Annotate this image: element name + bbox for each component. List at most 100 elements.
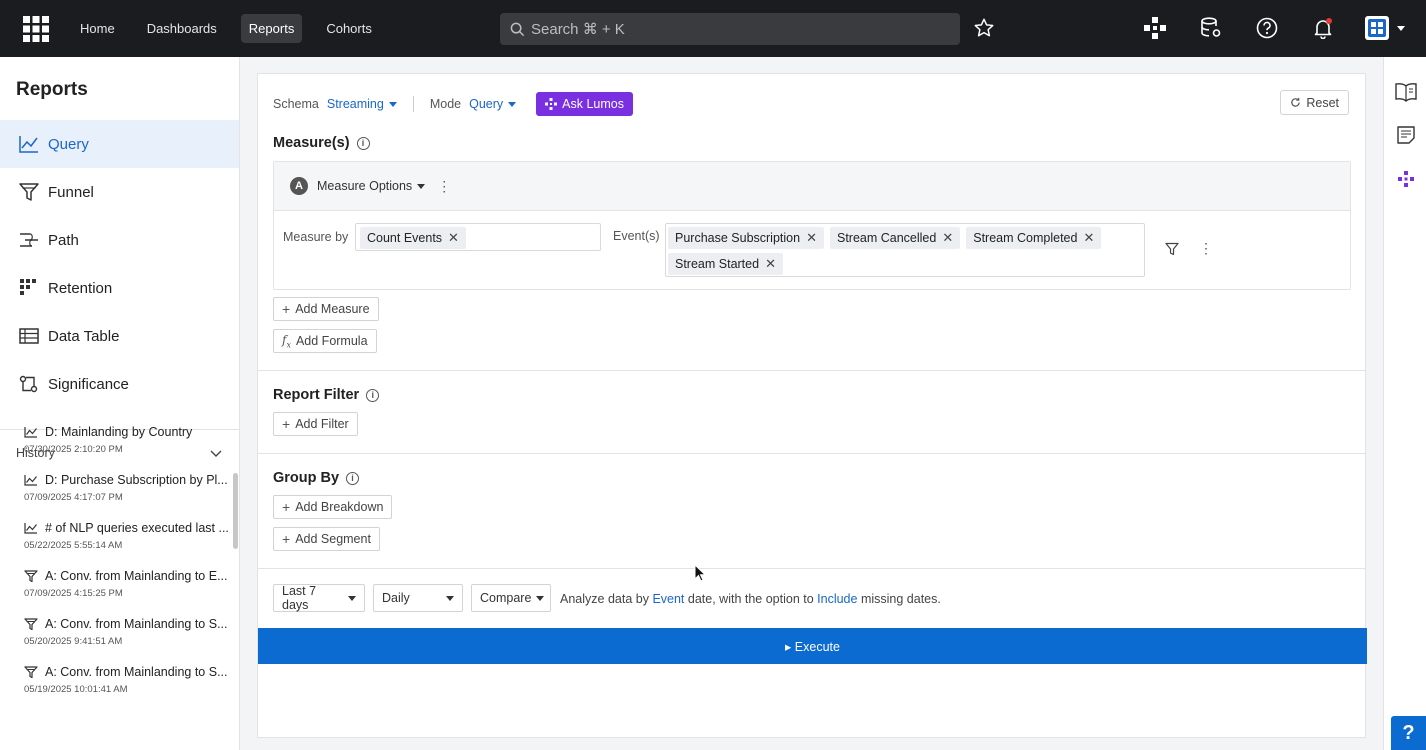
analyze-event-link[interactable]: Event bbox=[652, 592, 684, 606]
workspace-switcher[interactable] bbox=[1361, 14, 1409, 42]
filter-icon[interactable] bbox=[1165, 242, 1179, 259]
sidebar-item-significance[interactable]: Significance bbox=[0, 360, 239, 408]
mode-select[interactable]: Query bbox=[469, 97, 517, 111]
interval-select[interactable]: Daily bbox=[373, 584, 463, 612]
event-chip: Stream Cancelled ✕ bbox=[829, 227, 961, 249]
right-rail bbox=[1383, 57, 1426, 750]
date-range-select[interactable]: Last 7 days bbox=[273, 584, 365, 612]
reset-label: Reset bbox=[1306, 95, 1339, 110]
event-chip-label: Stream Cancelled bbox=[836, 231, 937, 245]
search-input[interactable]: Search ⌘ + K bbox=[500, 13, 960, 45]
event-chip-label: Stream Completed bbox=[973, 231, 1078, 245]
book-icon[interactable] bbox=[1395, 81, 1417, 103]
sidebar-item-data-table[interactable]: Data Table bbox=[0, 312, 239, 360]
nav-cohorts[interactable]: Cohorts bbox=[318, 14, 380, 43]
mode-value: Query bbox=[469, 97, 504, 111]
caret-down-icon bbox=[417, 183, 426, 189]
measure-card: A Measure Options ⋮ Measure by Count Eve… bbox=[273, 161, 1351, 290]
sidebar-item-funnel[interactable]: Funnel bbox=[0, 168, 239, 216]
remove-chip-icon[interactable]: ✕ bbox=[448, 230, 459, 246]
nav-dashboards[interactable]: Dashboards bbox=[139, 14, 225, 43]
remove-chip-icon[interactable]: ✕ bbox=[1083, 230, 1094, 246]
line-chart-icon bbox=[24, 426, 39, 438]
history-item-date: 07/09/2025 4:17:07 PM bbox=[24, 492, 123, 503]
top-navbar: Home Dashboards Reports Cohorts Search ⌘… bbox=[0, 0, 1426, 57]
formula-icon: fx bbox=[282, 332, 291, 350]
sidebar-item-label: Path bbox=[48, 231, 79, 249]
history-item[interactable]: D: Mainlanding by Country 07/30/2025 2:10… bbox=[0, 420, 232, 468]
sidebar-item-retention[interactable]: Retention bbox=[0, 264, 239, 312]
history-item[interactable]: A: Conv. from Mainlanding to S... 05/20/2… bbox=[0, 612, 232, 660]
events-field[interactable]: Purchase Subscription ✕ Stream Cancelled ✕ S… bbox=[665, 223, 1145, 277]
info-icon[interactable]: i bbox=[366, 388, 380, 402]
event-chip: Stream Started ✕ bbox=[668, 253, 783, 275]
event-chip-label: Stream Started bbox=[675, 257, 760, 271]
add-filter-button[interactable]: + Add Filter bbox=[273, 412, 358, 436]
table-icon bbox=[18, 325, 40, 347]
help-chat-button[interactable]: ? bbox=[1391, 716, 1426, 750]
nav-reports[interactable]: Reports bbox=[240, 14, 303, 43]
sidebar-item-label: Significance bbox=[48, 375, 129, 393]
add-segment-label: Add Segment bbox=[295, 532, 371, 546]
sidebar-item-path[interactable]: Path bbox=[0, 216, 239, 264]
info-icon[interactable]: i bbox=[356, 136, 370, 150]
sidebar-title: Reports bbox=[16, 79, 88, 100]
caret-down-icon bbox=[508, 101, 517, 107]
remove-chip-icon[interactable]: ✕ bbox=[806, 230, 817, 246]
notification-bell-icon[interactable] bbox=[1309, 14, 1337, 42]
event-chip-label: Purchase Subscription bbox=[675, 231, 801, 245]
star-icon[interactable] bbox=[970, 14, 998, 42]
measures-title-text: Measure(s) bbox=[273, 135, 350, 151]
group-by-title: Group By i bbox=[273, 470, 360, 486]
compare-select[interactable]: Compare bbox=[471, 584, 551, 612]
reset-button[interactable]: Reset bbox=[1280, 90, 1349, 115]
history-item[interactable]: A: Conv. from Mainlanding to S... 05/19/2… bbox=[0, 660, 232, 708]
remove-chip-icon[interactable]: ✕ bbox=[942, 230, 953, 246]
compare-value: Compare bbox=[480, 591, 532, 605]
help-icon[interactable] bbox=[1253, 14, 1281, 42]
divider bbox=[258, 568, 1365, 569]
add-formula-button[interactable]: fx Add Formula bbox=[273, 329, 377, 353]
measure-by-field[interactable]: Count Events ✕ bbox=[355, 223, 601, 251]
notes-icon[interactable] bbox=[1395, 124, 1417, 146]
history-item[interactable]: # of NLP queries executed last ... 05/22/… bbox=[0, 516, 232, 564]
caret-down-icon bbox=[388, 101, 397, 107]
schema-select[interactable]: Streaming bbox=[327, 97, 397, 111]
history-item[interactable]: D: Purchase Subscription by Pl... 07/09/2… bbox=[0, 468, 232, 516]
sidebar-item-query[interactable]: Query bbox=[0, 120, 239, 168]
history-item[interactable]: A: Conv. from Mainlanding to E... 07/09/2… bbox=[0, 564, 232, 612]
caret-down-icon bbox=[536, 595, 545, 601]
sidebar-item-label: Query bbox=[48, 135, 89, 153]
measures-title: Measure(s) i bbox=[273, 135, 370, 151]
measure-options-dropdown[interactable]: Measure Options bbox=[317, 179, 426, 193]
line-chart-icon bbox=[24, 474, 39, 486]
lumos-logo-icon[interactable] bbox=[1141, 14, 1169, 42]
database-settings-icon[interactable] bbox=[1197, 14, 1225, 42]
lumos-icon bbox=[545, 98, 558, 110]
execute-button[interactable]: ▸ Execute bbox=[258, 628, 1367, 664]
info-icon[interactable]: i bbox=[346, 471, 360, 485]
add-segment-button[interactable]: + Add Segment bbox=[273, 527, 380, 551]
interval-value: Daily bbox=[382, 591, 410, 605]
plus-icon: + bbox=[282, 531, 291, 547]
history-scrollbar[interactable] bbox=[233, 473, 238, 549]
lumos-assistant-icon[interactable] bbox=[1395, 168, 1417, 190]
ask-lumos-label: Ask Lumos bbox=[562, 97, 625, 111]
mode-label: Mode bbox=[429, 97, 462, 111]
ask-lumos-button[interactable]: Ask Lumos bbox=[536, 92, 634, 116]
history-item-date: 05/22/2025 5:55:14 AM bbox=[24, 540, 123, 551]
add-breakdown-button[interactable]: + Add Breakdown bbox=[273, 495, 393, 519]
nav-home[interactable]: Home bbox=[72, 14, 123, 43]
more-options-icon[interactable]: ⋮ bbox=[437, 178, 451, 195]
plus-icon: + bbox=[282, 416, 291, 432]
more-options-icon[interactable]: ⋮ bbox=[1199, 240, 1213, 257]
analyze-post: missing dates. bbox=[860, 592, 941, 606]
divider bbox=[412, 96, 414, 112]
analyze-include-link[interactable]: Include bbox=[817, 592, 857, 606]
history-item-title-row: D: Purchase Subscription by Pl... bbox=[24, 473, 232, 487]
remove-chip-icon[interactable]: ✕ bbox=[765, 256, 776, 272]
search-icon bbox=[510, 22, 525, 36]
add-measure-button[interactable]: + Add Measure bbox=[273, 297, 379, 321]
event-chips: Purchase Subscription ✕ Stream Cancelled ✕ S… bbox=[668, 227, 1142, 275]
app-grid-icon[interactable] bbox=[0, 0, 72, 57]
